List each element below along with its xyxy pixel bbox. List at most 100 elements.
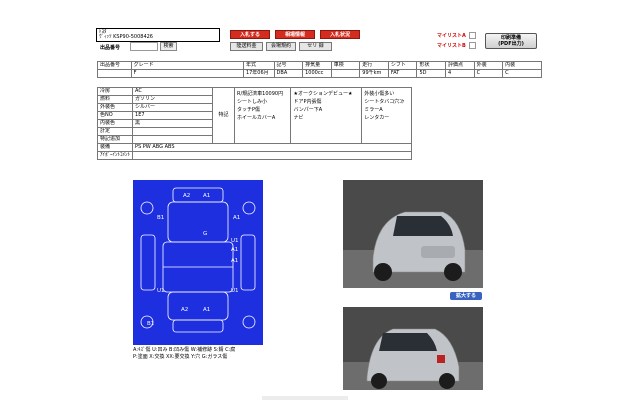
vehicle-title-box: ﾄﾖﾀ ｳﾞｨｯﾂ KSP90-5008426 [96, 28, 220, 42]
diagram-label: U1 [157, 288, 165, 294]
col-inspection: 車検 [330, 61, 361, 70]
feature-item: レンタカー [364, 115, 390, 121]
ipoint-label: ｱｲﾎﾟｰｲﾝﾄｺﾒﾝﾄ [96, 151, 134, 160]
venue-rules-button[interactable]: 会場規約 [266, 42, 296, 51]
diagram-label: A1 [231, 258, 238, 264]
hood-outline [167, 201, 229, 243]
rear-right-wheel [242, 315, 256, 329]
cell-code: DBA [273, 69, 304, 78]
diagram-label: A1 [203, 307, 210, 313]
feature-item: タッチP傷 [237, 107, 261, 113]
features-col1: R/規記済車10090円 シートしみ小 タッチP傷 ホイールカバーA [234, 87, 292, 144]
legend-line-2: P:塗面 X:交換 XX:要交換 Y:穴 G:ガラス傷 [133, 354, 228, 360]
cell-score: 4 [445, 69, 475, 78]
feature-item: ナビ [293, 115, 304, 121]
cell-exterior: C [473, 69, 504, 78]
cell-year: 17年06月 [242, 69, 275, 78]
col-shift: シフト [387, 61, 418, 70]
col-grade: グレード [130, 61, 244, 70]
col-score: 評価点 [445, 61, 475, 70]
shipping-fee-button[interactable]: 陸送料金 [230, 42, 263, 51]
mylist-b-label: マイリストB [437, 43, 466, 49]
inspection-diagram: A2 A1 B1 A1 G U1 A1 A1 U1 U1 B1 A2 A1 [133, 180, 263, 345]
spec-value: AC [132, 87, 214, 96]
cell-lot [97, 69, 132, 78]
legend-line-1: A:ｷｽﾞ傷 U:凹み B:凹み傷 W:補修跡 S:錆 C:腐 [133, 347, 236, 353]
left-side-outline [140, 234, 156, 291]
diagram-label: A1 [203, 193, 210, 199]
diagram-label: A1 [233, 215, 240, 221]
diagram-label: A2 [183, 193, 190, 199]
feature-item: R/規記済車10090円 [237, 91, 284, 97]
mylist-b-checkbox[interactable] [469, 42, 476, 49]
seri-record-button[interactable]: セリ 録 [299, 42, 332, 51]
col-lot: 出品番号 [97, 61, 132, 70]
equipment-row: 装備 PS PW ABG ABS [96, 143, 412, 152]
spec-key: 燃料 [96, 95, 134, 104]
bottom-scroll-hint [262, 396, 348, 400]
cell-cc: 1000cc [302, 69, 332, 78]
spec-table: 冷房 AC 特記 R/規記済車10090円 シートしみ小 タッチP傷 ホイールカ… [96, 87, 412, 160]
rear-bumper-outline [172, 319, 224, 333]
spec-value: ガソリン [132, 95, 214, 104]
diagram-label: A2 [181, 307, 188, 313]
feature-item: シートタバコ穴ｺｹ [364, 99, 405, 105]
col-body: 形状 [416, 61, 447, 70]
spec-row: 冷房 AC 特記 R/規記済車10090円 シートしみ小 タッチP傷 ホイールカ… [96, 87, 412, 144]
lot-number-label: 出品番号 [100, 45, 121, 51]
feature-item: ホイールカバーA [237, 115, 276, 121]
spec-value [132, 135, 214, 144]
cell-inspection [330, 69, 361, 78]
right-side-outline [240, 234, 256, 291]
ipoint-value [132, 151, 412, 160]
features-label: 特記 [212, 87, 236, 144]
rear-photo[interactable] [343, 307, 483, 390]
feature-item: バンパー下A [293, 107, 323, 113]
table-row: F 17年06月 DBA 1000cc 99千km FAT 5D 4 C C [97, 69, 542, 78]
front-right-wheel [242, 201, 256, 215]
col-code: 記号 [273, 61, 304, 70]
expand-photo-button[interactable]: 拡大する [450, 292, 482, 300]
feature-item: ドアP内張傷 [293, 99, 322, 105]
cell-mileage: 99千km [359, 69, 389, 78]
cell-shift: FAT [387, 69, 418, 78]
lot-number-input[interactable] [130, 42, 158, 51]
diagram-label: G [203, 231, 207, 237]
spec-value: シルバー [132, 103, 214, 112]
damage-legend: A:ｷｽﾞ傷 U:凹み B:凹み傷 W:補修跡 S:錆 C:腐 P:塗面 X:交… [133, 347, 235, 361]
equipment-value: PS PW ABG ABS [132, 143, 412, 152]
diagram-label: A1 [231, 247, 238, 253]
mylist-a-label: マイリストA [437, 33, 466, 39]
spec-key: 外装色 [96, 103, 134, 112]
rear-photo-svg [343, 307, 483, 390]
col-exterior: 外装 [473, 61, 504, 70]
print-pdf-button[interactable]: 印刷準備 (PDF出力) [485, 33, 537, 49]
spec-key: 色NO [96, 111, 134, 120]
cell-interior: C [502, 69, 542, 78]
search-button[interactable]: 検索 [160, 42, 177, 51]
features-col3: 外装小傷多い シートタバコ穴ｺｹ ミラーA レンタカー [361, 87, 412, 144]
diagram-label: U1 [231, 238, 239, 244]
front-bumper-outline [172, 187, 224, 203]
bid-status-button[interactable]: 入札状況 [320, 30, 360, 39]
feature-item: ★オークションデビュー★ [293, 91, 353, 97]
spec-value: 1E7 [132, 111, 214, 120]
mylist-a-checkbox[interactable] [469, 32, 476, 39]
bid-button[interactable]: 入札する [230, 30, 270, 39]
spec-key: 計定 [96, 127, 134, 136]
front-photo[interactable] [343, 180, 483, 288]
col-mileage: 走行 [359, 61, 389, 70]
feature-item: シートしみ小 [237, 99, 268, 105]
vehicle-summary-table: 出品番号 グレード 年式 記号 排気量 車検 走行 シフト 形状 評価点 外装 … [97, 61, 542, 78]
ipoint-row: ｱｲﾎﾟｰｲﾝﾄｺﾒﾝﾄ [96, 151, 412, 160]
spec-key: 内装色 [96, 119, 134, 128]
cell-body: 5D [416, 69, 447, 78]
spec-value: 黒 [132, 119, 214, 128]
diagram-label: B1 [157, 215, 164, 221]
car-diagram-svg: A2 A1 B1 A1 G U1 A1 A1 U1 U1 B1 A2 A1 [140, 187, 256, 333]
features-col2: ★オークションデビュー★ ドアP内張傷 バンパー下A ナビ [290, 87, 363, 144]
pdf-label: (PDF出力) [498, 41, 524, 47]
market-info-button[interactable]: 相場情報 [275, 30, 315, 39]
spec-key: 冷房 [96, 87, 134, 96]
trunk-outline [167, 291, 229, 321]
